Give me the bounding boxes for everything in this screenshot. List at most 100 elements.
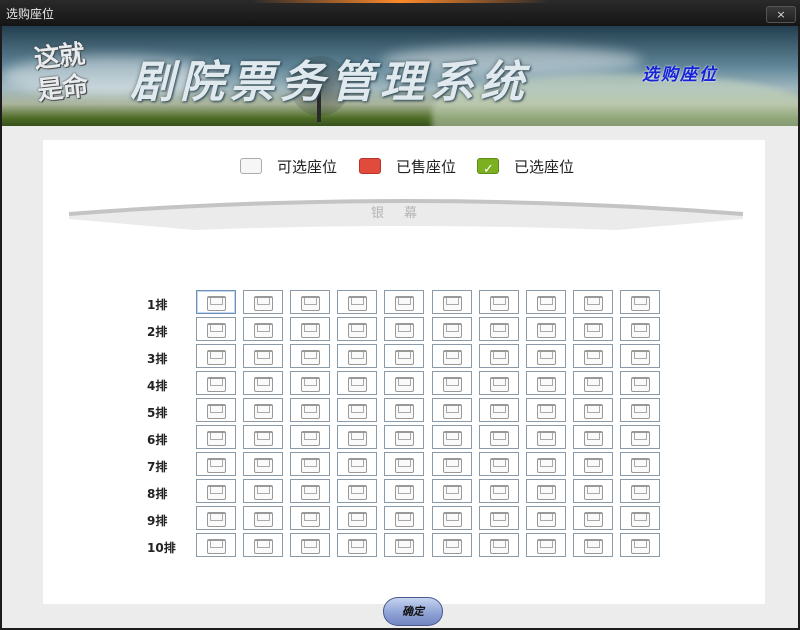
seat-button[interactable]: [526, 398, 566, 422]
seat-button[interactable]: [432, 290, 472, 314]
seat-button[interactable]: [432, 479, 472, 503]
seat-button[interactable]: [573, 506, 613, 530]
seat-button[interactable]: [526, 317, 566, 341]
seat-button[interactable]: [526, 506, 566, 530]
seat-button[interactable]: [526, 371, 566, 395]
seat-button[interactable]: [337, 398, 377, 422]
seat-button[interactable]: [196, 479, 236, 503]
seat-button[interactable]: [573, 425, 613, 449]
seat-button[interactable]: [432, 452, 472, 476]
seat-button[interactable]: [243, 506, 283, 530]
seat-button[interactable]: [290, 290, 330, 314]
seat-button[interactable]: [479, 479, 519, 503]
seat-button[interactable]: [620, 506, 660, 530]
seat-button[interactable]: [432, 344, 472, 368]
seat-button[interactable]: [384, 317, 424, 341]
seat-button[interactable]: [526, 425, 566, 449]
seat-button[interactable]: [243, 290, 283, 314]
seat-button[interactable]: [620, 290, 660, 314]
seat-button[interactable]: [337, 506, 377, 530]
seat-button[interactable]: [432, 371, 472, 395]
seat-button[interactable]: [290, 452, 330, 476]
seat-button[interactable]: [526, 290, 566, 314]
seat-button[interactable]: [243, 452, 283, 476]
seat-button[interactable]: [479, 533, 519, 557]
seat-button[interactable]: [384, 398, 424, 422]
seat-button[interactable]: [479, 425, 519, 449]
seat-button[interactable]: [620, 479, 660, 503]
seat-button[interactable]: [337, 317, 377, 341]
seat-button[interactable]: [432, 506, 472, 530]
seat-button[interactable]: [290, 533, 330, 557]
seat-button[interactable]: [196, 317, 236, 341]
seat-button[interactable]: [337, 425, 377, 449]
seat-button[interactable]: [573, 398, 613, 422]
seat-button[interactable]: [620, 317, 660, 341]
seat-button[interactable]: [432, 317, 472, 341]
seat-button[interactable]: [384, 290, 424, 314]
seat-button[interactable]: [384, 425, 424, 449]
seat-button[interactable]: [573, 452, 613, 476]
seat-button[interactable]: [290, 371, 330, 395]
seat-button[interactable]: [196, 371, 236, 395]
seat-button[interactable]: [243, 479, 283, 503]
seat-button[interactable]: [573, 371, 613, 395]
seat-button[interactable]: [243, 317, 283, 341]
seat-button[interactable]: [243, 533, 283, 557]
seat-button[interactable]: [196, 452, 236, 476]
seat-button[interactable]: [432, 533, 472, 557]
seat-button[interactable]: [384, 452, 424, 476]
seat-button[interactable]: [337, 533, 377, 557]
seat-button[interactable]: [573, 344, 613, 368]
seat-button[interactable]: [384, 533, 424, 557]
seat-button[interactable]: [196, 533, 236, 557]
seat-button[interactable]: [196, 344, 236, 368]
seat-button[interactable]: [526, 533, 566, 557]
confirm-button[interactable]: 确定: [383, 597, 443, 626]
seat-button[interactable]: [243, 398, 283, 422]
seat-button[interactable]: [290, 479, 330, 503]
seat-button[interactable]: [620, 452, 660, 476]
seat-button[interactable]: [479, 506, 519, 530]
seat-button[interactable]: [432, 425, 472, 449]
seat-button[interactable]: [337, 371, 377, 395]
seat-button[interactable]: [290, 317, 330, 341]
seat-button[interactable]: [479, 344, 519, 368]
seat-button[interactable]: [337, 452, 377, 476]
seat-button[interactable]: [479, 398, 519, 422]
seat-button[interactable]: [479, 452, 519, 476]
seat-button[interactable]: [479, 371, 519, 395]
seat-button[interactable]: [620, 533, 660, 557]
seat-button[interactable]: [432, 398, 472, 422]
seat-button[interactable]: [196, 290, 236, 314]
seat-button[interactable]: [479, 290, 519, 314]
seat-button[interactable]: [384, 506, 424, 530]
seat-button[interactable]: [196, 398, 236, 422]
seat-button[interactable]: [243, 425, 283, 449]
seat-button[interactable]: [573, 290, 613, 314]
seat-button[interactable]: [290, 398, 330, 422]
seat-button[interactable]: [337, 479, 377, 503]
seat-button[interactable]: [573, 533, 613, 557]
seat-button[interactable]: [384, 371, 424, 395]
seat-button[interactable]: [290, 425, 330, 449]
seat-button[interactable]: [337, 290, 377, 314]
seat-button[interactable]: [526, 479, 566, 503]
seat-button[interactable]: [243, 344, 283, 368]
seat-button[interactable]: [243, 371, 283, 395]
seat-button[interactable]: [290, 506, 330, 530]
seat-button[interactable]: [620, 371, 660, 395]
seat-button[interactable]: [620, 425, 660, 449]
seat-button[interactable]: [620, 344, 660, 368]
seat-button[interactable]: [384, 344, 424, 368]
seat-button[interactable]: [573, 317, 613, 341]
seat-button[interactable]: [526, 344, 566, 368]
seat-button[interactable]: [479, 317, 519, 341]
seat-button[interactable]: [620, 398, 660, 422]
seat-button[interactable]: [196, 425, 236, 449]
seat-button[interactable]: [337, 344, 377, 368]
seat-button[interactable]: [526, 452, 566, 476]
seat-button[interactable]: [384, 479, 424, 503]
close-button[interactable]: ×: [766, 6, 796, 23]
seat-button[interactable]: [290, 344, 330, 368]
